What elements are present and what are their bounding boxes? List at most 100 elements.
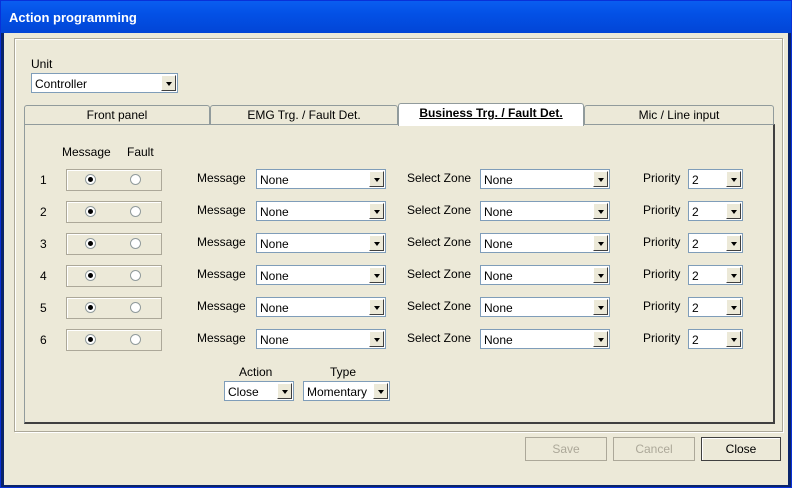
chevron-down-icon[interactable]	[369, 299, 384, 315]
message-radio[interactable]	[85, 206, 96, 217]
message-select[interactable]: None	[256, 329, 386, 349]
zone-value: None	[484, 237, 513, 251]
fault-radio[interactable]	[130, 334, 141, 345]
type-value: Momentary	[307, 385, 368, 399]
message-radio[interactable]	[85, 302, 96, 313]
zone-select[interactable]: None	[480, 265, 610, 285]
trigger-type-group	[66, 169, 162, 191]
tab-mic-line-input[interactable]: Mic / Line input	[584, 105, 774, 125]
message-select[interactable]: None	[256, 169, 386, 189]
cancel-button[interactable]: Cancel	[613, 437, 695, 461]
chevron-down-icon[interactable]	[369, 331, 384, 347]
tab-label: Business Trg. / Fault Det.	[419, 106, 563, 120]
unit-value: Controller	[35, 77, 88, 91]
priority-value: 2	[692, 237, 699, 251]
zone-value: None	[484, 269, 513, 283]
priority-value: 2	[692, 269, 699, 283]
tab-label: Mic / Line input	[638, 108, 720, 122]
chevron-down-icon[interactable]	[726, 203, 741, 219]
chevron-down-icon[interactable]	[726, 235, 741, 251]
message-radio[interactable]	[85, 270, 96, 281]
message-label: Message	[197, 299, 246, 313]
fault-radio[interactable]	[130, 238, 141, 249]
message-select[interactable]: None	[256, 201, 386, 221]
select-zone-label: Select Zone	[407, 331, 472, 345]
chevron-down-icon[interactable]	[593, 235, 608, 251]
message-radio[interactable]	[85, 238, 96, 249]
window-title: Action programming	[9, 10, 137, 25]
priority-select[interactable]: 2	[688, 201, 743, 221]
message-radio[interactable]	[85, 174, 96, 185]
priority-select[interactable]: 2	[688, 169, 743, 189]
row-number: 3	[40, 237, 47, 251]
priority-select[interactable]: 2	[688, 233, 743, 253]
zone-select[interactable]: None	[480, 329, 610, 349]
chevron-down-icon[interactable]	[369, 203, 384, 219]
message-value: None	[260, 173, 289, 187]
select-zone-label: Select Zone	[407, 267, 472, 281]
chevron-down-icon[interactable]	[726, 267, 741, 283]
message-label: Message	[197, 171, 246, 185]
priority-select[interactable]: 2	[688, 329, 743, 349]
message-select[interactable]: None	[256, 297, 386, 317]
chevron-down-icon[interactable]	[726, 171, 741, 187]
message-radio[interactable]	[85, 334, 96, 345]
chevron-down-icon[interactable]	[593, 171, 608, 187]
save-button[interactable]: Save	[525, 437, 607, 461]
fault-radio[interactable]	[130, 174, 141, 185]
message-select[interactable]: None	[256, 233, 386, 253]
select-zone-label: Select Zone	[407, 235, 472, 249]
row-number: 5	[40, 301, 47, 315]
chevron-down-icon[interactable]	[373, 383, 388, 399]
priority-value: 2	[692, 333, 699, 347]
priority-select[interactable]: 2	[688, 297, 743, 317]
zone-select[interactable]: None	[480, 233, 610, 253]
chevron-down-icon[interactable]	[726, 331, 741, 347]
chevron-down-icon[interactable]	[593, 267, 608, 283]
chevron-down-icon[interactable]	[161, 75, 176, 91]
select-zone-label: Select Zone	[407, 203, 472, 217]
dialog-body: Unit Controller Front panel EMG Trg. / F…	[4, 33, 788, 485]
chevron-down-icon[interactable]	[277, 383, 292, 399]
chevron-down-icon[interactable]	[726, 299, 741, 315]
priority-select[interactable]: 2	[688, 265, 743, 285]
zone-value: None	[484, 205, 513, 219]
chevron-down-icon[interactable]	[369, 267, 384, 283]
fault-radio[interactable]	[130, 302, 141, 313]
priority-value: 2	[692, 301, 699, 315]
chevron-down-icon[interactable]	[593, 203, 608, 219]
row-number: 4	[40, 269, 47, 283]
row-number: 1	[40, 173, 47, 187]
row-number: 6	[40, 333, 47, 347]
priority-label: Priority	[643, 299, 681, 313]
chevron-down-icon[interactable]	[369, 171, 384, 187]
type-select[interactable]: Momentary	[303, 381, 390, 401]
action-label: Action	[239, 365, 273, 379]
tab-business-trg[interactable]: Business Trg. / Fault Det.	[398, 103, 584, 126]
message-value: None	[260, 301, 289, 315]
chevron-down-icon[interactable]	[369, 235, 384, 251]
fault-radio[interactable]	[130, 206, 141, 217]
close-button[interactable]: Close	[701, 437, 781, 461]
priority-value: 2	[692, 205, 699, 219]
message-select[interactable]: None	[256, 265, 386, 285]
message-value: None	[260, 237, 289, 251]
action-programming-window: Action programming Unit Controller Front…	[0, 0, 792, 488]
zone-value: None	[484, 301, 513, 315]
unit-select[interactable]: Controller	[31, 73, 178, 93]
zone-select[interactable]: None	[480, 169, 610, 189]
zone-select[interactable]: None	[480, 201, 610, 221]
zone-select[interactable]: None	[480, 297, 610, 317]
select-zone-label: Select Zone	[407, 171, 472, 185]
fault-radio[interactable]	[130, 270, 141, 281]
tab-emg-trg[interactable]: EMG Trg. / Fault Det.	[210, 105, 398, 125]
title-bar[interactable]: Action programming	[1, 1, 791, 33]
action-select[interactable]: Close	[224, 381, 294, 401]
trigger-type-group	[66, 201, 162, 223]
tab-front-panel[interactable]: Front panel	[24, 105, 210, 125]
tab-label: EMG Trg. / Fault Det.	[247, 108, 361, 122]
message-value: None	[260, 333, 289, 347]
fault-column-header: Fault	[127, 145, 154, 159]
chevron-down-icon[interactable]	[593, 331, 608, 347]
chevron-down-icon[interactable]	[593, 299, 608, 315]
